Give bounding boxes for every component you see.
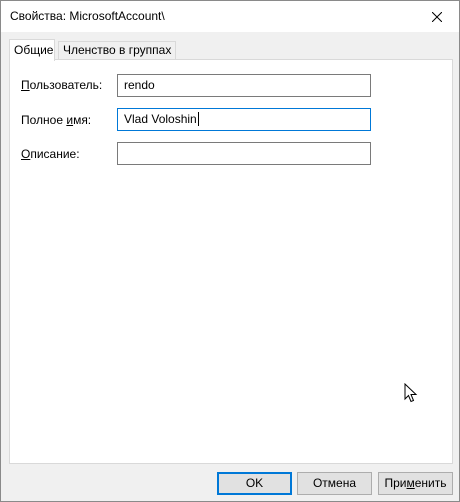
fullname-label: Полное имя: — [21, 113, 92, 127]
fullname-field[interactable]: Vlad Voloshin — [117, 108, 371, 131]
user-field[interactable]: rendo — [117, 74, 371, 97]
tab-group-membership[interactable]: Членство в группах — [58, 41, 176, 60]
cancel-button[interactable]: Отмена — [297, 472, 372, 495]
title-bar[interactable]: Свойства: MicrosoftAccount\ — [1, 1, 459, 32]
description-label: Описание: — [21, 147, 80, 161]
tab-general[interactable]: Общие — [9, 39, 55, 61]
user-label: Пользователь: — [21, 78, 103, 92]
mouse-pointer-icon — [404, 383, 418, 403]
description-field[interactable] — [117, 142, 371, 165]
properties-dialog: Свойства: MicrosoftAccount\ Общие Членст… — [0, 0, 460, 502]
ok-button[interactable]: OK — [217, 472, 292, 495]
tab-panel-general: Пользователь: rendo Полное имя: Vlad Vol… — [9, 59, 453, 464]
text-caret — [197, 112, 199, 126]
apply-button[interactable]: Применить — [378, 472, 453, 495]
close-icon — [431, 11, 442, 22]
close-button[interactable] — [414, 1, 459, 32]
window-title: Свойства: MicrosoftAccount\ — [10, 9, 165, 23]
